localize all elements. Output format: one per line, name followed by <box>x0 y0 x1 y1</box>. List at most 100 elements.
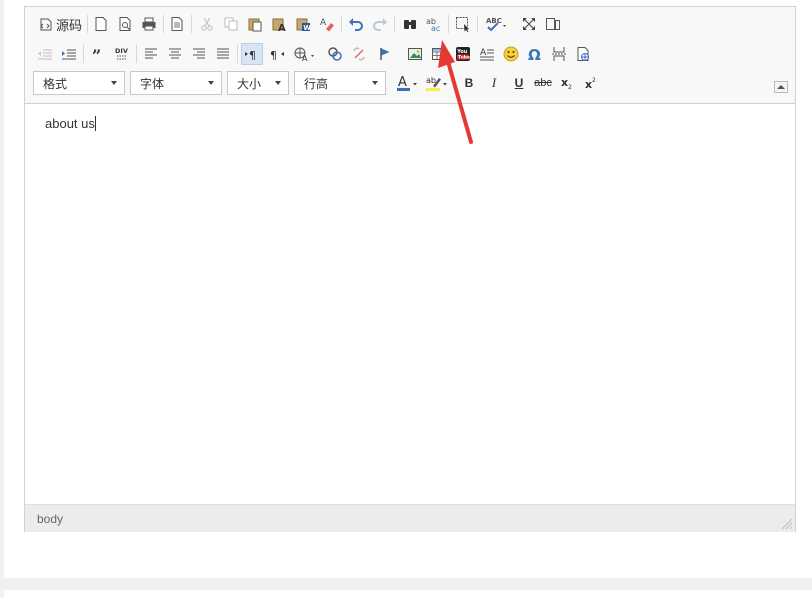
ltr-button[interactable]: ¶ <box>241 43 263 65</box>
link-icon <box>328 47 342 61</box>
editor-content-area[interactable]: about us <box>25 104 795 504</box>
paste-text-button[interactable]: A <box>269 13 289 35</box>
anchor-button[interactable] <box>375 43 395 65</box>
page-break-button[interactable] <box>549 43 569 65</box>
print-icon <box>142 17 156 31</box>
toolbar-collapse-button[interactable] <box>774 81 788 93</box>
lineheight-select[interactable]: 行高 <box>294 71 386 95</box>
source-label: 源码 <box>55 17 82 33</box>
editor-statusbar: body <box>25 504 795 532</box>
paste-button[interactable] <box>245 13 265 35</box>
strikethrough-button[interactable]: abc <box>531 72 555 94</box>
bold-button[interactable]: B <box>459 72 479 94</box>
paste-word-icon: W <box>296 18 311 32</box>
maximize-button[interactable] <box>519 13 539 35</box>
background-color-button[interactable]: ab <box>424 72 450 94</box>
svg-text:Ω: Ω <box>528 46 541 62</box>
svg-text:”: ” <box>92 46 101 62</box>
superscript-button[interactable]: x2 <box>581 72 601 94</box>
separator <box>394 15 395 33</box>
separator <box>191 15 192 33</box>
preview-button[interactable] <box>115 13 135 35</box>
svg-text:¶: ¶ <box>249 49 256 62</box>
find-button[interactable] <box>400 13 420 35</box>
separator <box>87 15 88 33</box>
separator <box>477 15 478 33</box>
paste-word-button[interactable]: W <box>293 13 313 35</box>
svg-text:A: A <box>398 75 407 90</box>
unlink-button[interactable] <box>349 43 369 65</box>
align-center-button[interactable] <box>165 43 185 65</box>
show-blocks-button[interactable] <box>543 13 563 35</box>
element-path[interactable]: body <box>37 512 63 526</box>
separator <box>237 45 238 63</box>
justify-text-button[interactable]: A <box>477 43 497 65</box>
content-text: about us <box>45 116 95 131</box>
indent-icon <box>62 49 76 60</box>
svg-text:2: 2 <box>568 84 572 91</box>
underline-button[interactable]: U <box>509 72 529 94</box>
table-button[interactable] <box>429 43 449 65</box>
align-right-button[interactable] <box>189 43 209 65</box>
spellcheck-button[interactable]: ABC <box>483 13 511 35</box>
preview-icon <box>119 17 131 31</box>
triangle-up-icon <box>777 85 785 89</box>
separator <box>136 45 137 63</box>
quote-icon: ” <box>92 46 101 62</box>
smiley-button[interactable] <box>501 43 521 65</box>
source-icon <box>40 18 52 31</box>
link-button[interactable] <box>325 43 345 65</box>
svg-text:A: A <box>302 54 308 62</box>
eraser-icon: A <box>320 18 334 32</box>
format-select[interactable]: 格式 <box>33 71 125 95</box>
separator <box>448 15 449 33</box>
flag-icon <box>380 48 390 60</box>
align-justify-icon <box>217 48 229 59</box>
italic-button[interactable]: I <box>484 72 504 94</box>
maximize-icon <box>523 18 535 30</box>
source-button[interactable]: 源码 <box>37 13 83 35</box>
paste-icon <box>248 18 262 32</box>
language-button[interactable]: A <box>291 43 319 65</box>
indent-button[interactable] <box>59 43 79 65</box>
copy-button[interactable] <box>221 13 241 35</box>
new-page-button[interactable] <box>91 13 111 35</box>
youtube-button[interactable]: You Tube <box>453 43 473 65</box>
remove-format-button[interactable]: A <box>317 13 337 35</box>
text-color-button[interactable]: A <box>395 72 421 94</box>
show-blocks-icon <box>546 18 560 30</box>
redo-button[interactable] <box>370 13 390 35</box>
resize-handle-icon[interactable] <box>782 519 792 529</box>
text-ltr-icon: ¶ <box>245 49 256 62</box>
create-div-button[interactable]: DIV <box>112 43 132 65</box>
subscript-icon: x2 <box>561 76 572 91</box>
new-page-icon <box>95 17 107 31</box>
print-button[interactable] <box>139 13 159 35</box>
replace-button[interactable]: ab ac <box>424 13 444 35</box>
svg-text:You: You <box>456 49 468 55</box>
size-select[interactable]: 大小 <box>227 71 289 95</box>
align-right-icon <box>193 48 205 59</box>
align-justify-button[interactable] <box>213 43 233 65</box>
align-left-button[interactable] <box>141 43 161 65</box>
font-select-label: 字体 <box>140 76 165 91</box>
align-left-icon <box>145 48 157 59</box>
omega-icon: Ω <box>528 46 541 62</box>
rtl-button[interactable]: ¶ <box>267 43 287 65</box>
select-all-button[interactable] <box>453 13 473 35</box>
undo-button[interactable] <box>346 13 366 35</box>
blockquote-button[interactable]: ” <box>88 43 108 65</box>
outdent-button[interactable] <box>35 43 55 65</box>
svg-text:ab: ab <box>426 76 436 85</box>
svg-text:¶: ¶ <box>270 49 277 62</box>
chevron-down-icon <box>208 81 214 85</box>
iframe-button[interactable] <box>573 43 593 65</box>
cut-button[interactable] <box>197 13 217 35</box>
image-button[interactable] <box>405 43 425 65</box>
subscript-button[interactable]: x2 <box>557 72 577 94</box>
font-select[interactable]: 字体 <box>130 71 222 95</box>
unlink-icon <box>353 47 365 61</box>
templates-button[interactable] <box>167 13 187 35</box>
special-char-button[interactable]: Ω <box>525 43 545 65</box>
smiley-icon <box>503 46 519 62</box>
